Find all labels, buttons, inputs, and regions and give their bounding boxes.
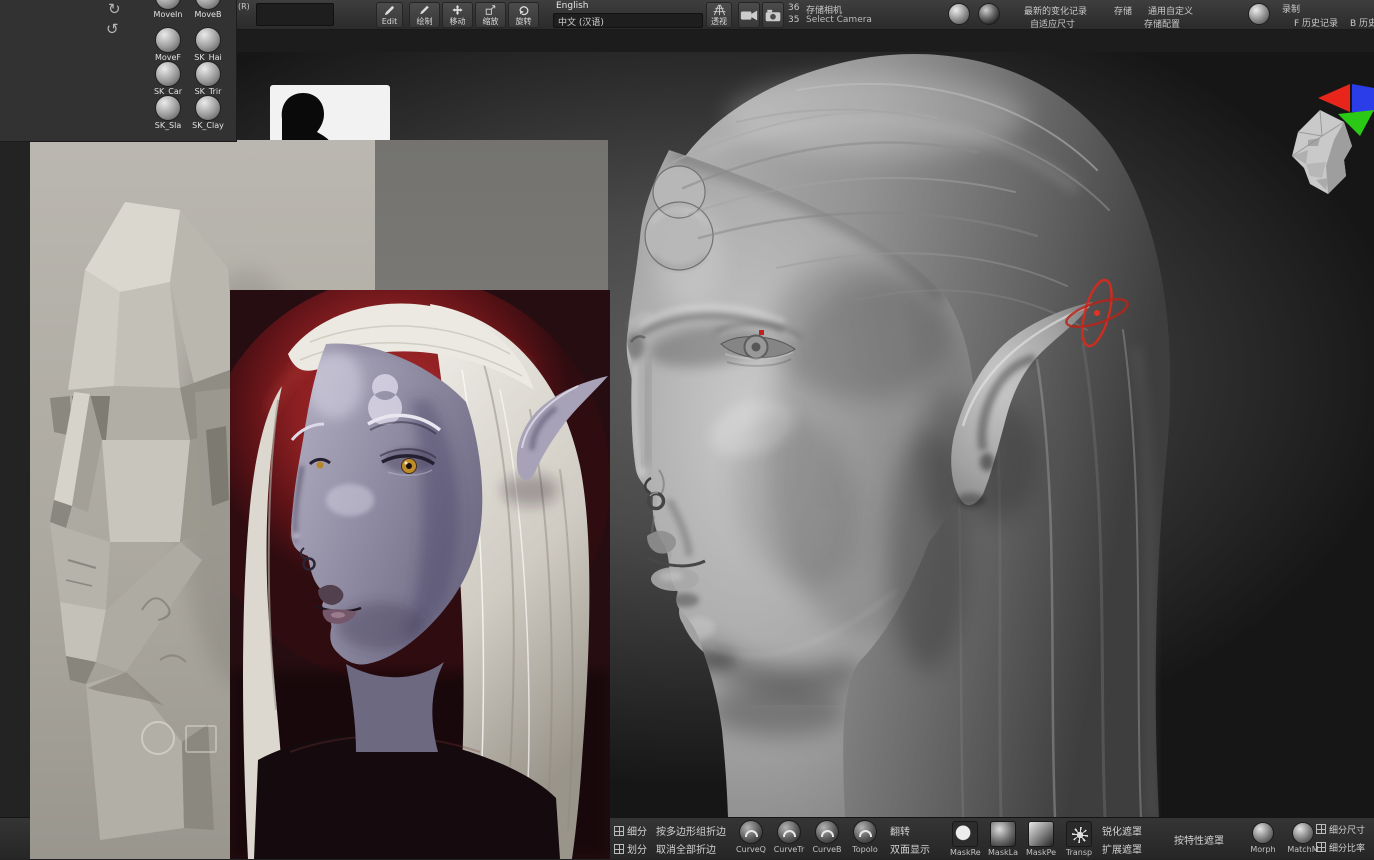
grow-mask-button[interactable]: 扩展遮罩: [1102, 841, 1142, 856]
zbrush-workspace: { "app": {"name": "ZBrush sculpting work…: [0, 0, 1374, 859]
undo-icon[interactable]: ↺: [106, 20, 119, 38]
move-mode-button[interactable]: 移动: [442, 2, 473, 28]
flip-button[interactable]: 翻转: [890, 823, 910, 838]
brush-sk-clay[interactable]: SK_Clay: [190, 95, 226, 130]
transparency-tool[interactable]: Transp: [1064, 818, 1094, 857]
brush-thumb-icon: [155, 27, 181, 53]
brush-moveb[interactable]: MoveB: [190, 0, 226, 19]
alpha-silhouette-icon: [281, 93, 330, 142]
record-label[interactable]: 录制: [1282, 2, 1300, 15]
divide2-button[interactable]: 划分: [614, 841, 647, 856]
grid-icon: [614, 826, 624, 836]
language-current[interactable]: English: [556, 1, 589, 11]
perspective-grid-icon: [713, 4, 725, 15]
brush-thumb-icon: [155, 0, 181, 10]
brush-sk-sla[interactable]: SK_Sla: [150, 95, 186, 130]
brush-thumb-icon: [195, 61, 221, 87]
camera-number-top: 36: [788, 3, 800, 13]
move-icon: [452, 4, 463, 15]
material-sphere-icon[interactable]: [948, 3, 970, 25]
brush-thumb-icon: [155, 61, 181, 87]
draw-mode-button[interactable]: 绘制: [409, 2, 440, 28]
camera-number-bottom: 35: [788, 15, 800, 25]
history-sphere-icon[interactable]: [1248, 3, 1270, 25]
perspective-button[interactable]: 透视: [706, 2, 732, 28]
crescent-relief: [644, 165, 714, 271]
brush-thumb-icon: [195, 27, 221, 53]
gear-icon: [1066, 821, 1092, 847]
redo-icon[interactable]: ↻: [108, 0, 121, 18]
elf-painting: [230, 290, 610, 859]
sharpen-mask-button[interactable]: 锐化遮罩: [1102, 823, 1142, 838]
red-marker-dot: [759, 330, 764, 335]
grid-icon: [614, 844, 624, 854]
sculpt-head: [626, 54, 1171, 817]
alpha-thumbnail[interactable]: [270, 85, 390, 142]
curve-brush-icon: [815, 820, 839, 844]
grid-icon: [1316, 824, 1326, 834]
matcap-sphere-icon[interactable]: [978, 3, 1000, 25]
select-camera-label[interactable]: Select Camera: [806, 15, 872, 25]
brush-curvetr[interactable]: CurveTr: [772, 818, 806, 854]
photo-camera-icon: [765, 9, 781, 21]
mask-lasso-tool[interactable]: MaskLa: [988, 818, 1018, 857]
store-label[interactable]: 存储: [1114, 4, 1132, 17]
brush-sk-car[interactable]: SK_Car: [150, 61, 186, 96]
history-back-label[interactable]: B 历史记录: [1350, 16, 1374, 29]
matchmaker-sphere-icon: [1292, 822, 1314, 844]
uncrease-all-button[interactable]: 取消全部折边: [656, 841, 716, 856]
brush-curveb[interactable]: CurveB: [810, 818, 844, 854]
rotate-mode-button[interactable]: 旋转: [508, 2, 539, 28]
film-camera-icon: [740, 10, 758, 20]
brush-topology[interactable]: Topolo: [848, 818, 882, 854]
brush-thumb-icon: [195, 95, 221, 121]
language-select[interactable]: 中文 (汉语): [553, 13, 703, 28]
rotate-icon: [519, 5, 529, 15]
mask-rect-icon: [952, 821, 978, 847]
brush-sk-trir[interactable]: SK_Trir: [190, 61, 226, 96]
subdiv-ratio-button[interactable]: 细分比率: [1316, 841, 1365, 854]
mask-rect-tool[interactable]: MaskRe: [950, 818, 981, 857]
brush-sk-hai[interactable]: SK_Hai: [190, 27, 226, 62]
reference-image-elf-painting[interactable]: [230, 290, 610, 859]
brush-movef[interactable]: MoveF: [150, 27, 186, 62]
crease-pg-button[interactable]: 按多边形组折边: [656, 823, 726, 838]
curve-brush-icon: [853, 820, 877, 844]
adaptive-size-label[interactable]: 自适应尺寸: [1030, 17, 1075, 30]
double-display-button[interactable]: 双面显示: [890, 841, 930, 856]
store-config-label[interactable]: 存储配置: [1144, 17, 1180, 30]
brush-thumb-icon: [155, 95, 181, 121]
brush-thumb-icon: [195, 0, 221, 10]
curve-brush-icon: [777, 820, 801, 844]
r-shortcut-label: (R): [238, 2, 250, 11]
morph-sphere-icon: [1252, 822, 1274, 844]
subdiv-size-button[interactable]: 细分尺寸: [1316, 823, 1365, 836]
latest-changes-label[interactable]: 最新的变化记录: [1024, 4, 1087, 17]
brush-movein[interactable]: MoveIn: [150, 0, 186, 19]
film-camera-button[interactable]: [738, 2, 760, 28]
history-forward-label[interactable]: F 历史记录: [1294, 16, 1338, 29]
edit-button[interactable]: Edit: [376, 2, 403, 28]
grid-icon: [1316, 842, 1326, 852]
mask-lasso-icon: [990, 821, 1016, 847]
camera-polyhead-widget[interactable]: [1282, 106, 1357, 200]
photo-camera-button[interactable]: [762, 2, 784, 28]
scale-mode-button[interactable]: 缩放: [475, 2, 506, 28]
divide-button[interactable]: 细分: [614, 823, 647, 838]
matchmaker-tool[interactable]: MatchM: [1286, 818, 1320, 854]
mask-by-feature-button[interactable]: 按特性遮罩: [1174, 832, 1224, 847]
mask-pen-tool[interactable]: MaskPe: [1026, 818, 1056, 857]
morph-tool[interactable]: Morph: [1246, 818, 1280, 854]
draw-icon: [420, 5, 429, 14]
brush-panel: ↻ ↺ MoveIn MoveB MoveF SK_Hai SK_Car SK_…: [0, 0, 237, 142]
scale-icon: [485, 4, 496, 15]
curve-brush-icon: [739, 820, 763, 844]
general-custom-label[interactable]: 通用自定义: [1148, 4, 1193, 17]
mask-pen-icon: [1028, 821, 1054, 847]
brush-curveq[interactable]: CurveQ: [734, 818, 768, 854]
brush-info-box: [256, 3, 334, 26]
pencil-icon: [384, 5, 395, 16]
